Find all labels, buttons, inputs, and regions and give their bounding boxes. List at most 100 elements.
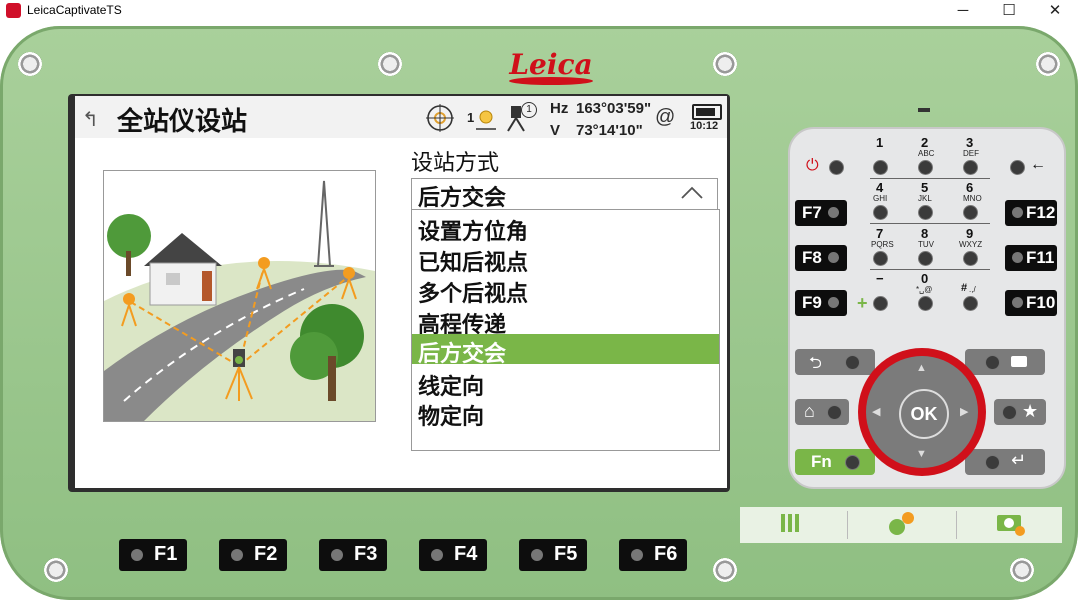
window-titlebar	[0, 0, 1080, 22]
clock: 10:12	[690, 120, 719, 132]
f5-key-label: F5	[554, 543, 578, 565]
list-item[interactable]: 已知后视点	[412, 243, 719, 275]
key-5[interactable]	[918, 205, 933, 220]
target-icon[interactable]	[425, 103, 455, 133]
arrow-right-icon[interactable]: ▶	[960, 405, 968, 418]
backspace-key[interactable]	[1010, 160, 1025, 175]
list-item[interactable]: 设置方位角	[412, 212, 719, 244]
divider	[870, 178, 990, 179]
settings-gears-icon[interactable]	[885, 510, 917, 538]
fn-key[interactable]: Fn	[795, 449, 875, 475]
key-0-label: 0	[921, 271, 929, 286]
key-6-label: 6	[966, 180, 974, 195]
key-minus-label: −	[876, 271, 884, 286]
f10-key[interactable]: F10	[1005, 290, 1057, 316]
list-item-label: 已知后视点	[418, 250, 529, 275]
arrow-left-icon[interactable]: ◀	[872, 405, 880, 418]
divider	[956, 511, 957, 539]
backspace-icon: ←	[1030, 156, 1046, 173]
f10-key-label: F10	[1026, 293, 1056, 312]
svg-text:Leica: Leica	[508, 48, 592, 81]
key-hash[interactable]	[963, 296, 978, 311]
key-3[interactable]	[963, 160, 978, 175]
list-item[interactable]: 物定向	[412, 397, 719, 429]
list-item[interactable]: 线定向	[412, 367, 719, 399]
f3-key-label: F3	[354, 543, 378, 565]
f6-key[interactable]: F6	[619, 539, 687, 571]
minimize-button[interactable]: ─	[940, 0, 986, 22]
list-item-label: 物定向	[418, 404, 485, 429]
screw-icon	[378, 52, 402, 76]
key-8[interactable]	[918, 251, 933, 266]
survey-tools-icon[interactable]	[778, 512, 802, 538]
f7-key[interactable]: F7	[795, 200, 847, 226]
enter-key[interactable]: ↵	[965, 449, 1045, 475]
f8-key[interactable]: F8	[795, 245, 847, 271]
hz-value: 163°03'59"	[576, 100, 652, 117]
screw-icon	[44, 558, 68, 582]
camera-key[interactable]	[965, 349, 1045, 375]
back-icon: ⮌	[809, 355, 822, 372]
key-6[interactable]	[963, 205, 978, 220]
page-title: 全站仪设站	[117, 106, 248, 136]
maximize-button[interactable]: ☐	[986, 0, 1032, 22]
close-button[interactable]: ✕	[1032, 0, 1078, 22]
key-9-letters: WXYZ	[959, 240, 983, 249]
prism-count: 1	[467, 110, 475, 125]
key-4[interactable]	[873, 205, 888, 220]
divider	[847, 511, 848, 539]
key-hash-letters: .,/	[969, 285, 976, 294]
battery-icon	[692, 104, 722, 120]
key-minus[interactable]	[873, 296, 888, 311]
list-item[interactable]: 高程传递	[412, 305, 719, 337]
home-key[interactable]: ⌂	[795, 399, 849, 425]
f4-key[interactable]: F4	[419, 539, 487, 571]
f5-key[interactable]: F5	[519, 539, 587, 571]
dropdown-selected-value[interactable]: 后方交会	[418, 180, 506, 212]
list-item-selected[interactable]: 后方交会	[412, 334, 719, 366]
key-2[interactable]	[918, 160, 933, 175]
arrow-up-icon[interactable]: ▲	[916, 362, 927, 374]
app-icon	[6, 3, 21, 18]
f12-key-label: F12	[1026, 203, 1056, 222]
key-7[interactable]	[873, 251, 888, 266]
fn-key-label: Fn	[811, 452, 832, 471]
camera-app-icon[interactable]	[996, 511, 1026, 537]
enter-icon: ↵	[1011, 450, 1027, 470]
f9-key[interactable]: F9	[795, 290, 847, 316]
key-2-letters: ABC	[918, 149, 935, 158]
list-item-label: 后方交会	[418, 341, 507, 366]
f7-key-label: F7	[802, 203, 822, 222]
screw-icon	[713, 558, 737, 582]
key-1[interactable]	[873, 160, 888, 175]
list-item[interactable]: 多个后视点	[412, 274, 719, 306]
station-method-list: 设置方位角 已知后视点 多个后视点 高程传递 后方交会 线定向 物定向	[411, 209, 720, 451]
v-value: 73°14'10"	[576, 122, 643, 139]
f1-key-label: F1	[154, 543, 178, 565]
key-9[interactable]	[963, 251, 978, 266]
favorites-key[interactable]: ★	[994, 399, 1046, 425]
f3-key[interactable]: F3	[319, 539, 387, 571]
key-7-label: 7	[876, 226, 884, 241]
home-icon: ⌂	[804, 401, 815, 421]
power-key[interactable]	[829, 160, 844, 175]
key-8-label: 8	[921, 226, 929, 241]
key-4-label: 4	[876, 180, 884, 195]
chevron-up-icon[interactable]	[680, 182, 704, 204]
esc-key[interactable]: ⮌	[795, 349, 875, 375]
f12-key[interactable]: F12	[1005, 200, 1057, 226]
key-3-label: 3	[966, 135, 974, 150]
f2-key-label: F2	[254, 543, 278, 565]
f11-key[interactable]: F11	[1005, 245, 1057, 271]
prism-icon[interactable]	[476, 108, 496, 132]
ok-button[interactable]: OK	[899, 389, 949, 439]
key-4-letters: GHI	[873, 194, 888, 203]
arrow-down-icon[interactable]: ▼	[916, 448, 927, 460]
back-arrow-icon[interactable]: ↰	[82, 107, 99, 132]
key-hash-label: #	[961, 282, 968, 294]
screw-icon	[1010, 558, 1034, 582]
station-method-label: 设站方式	[411, 150, 500, 175]
key-0[interactable]	[918, 296, 933, 311]
f2-key[interactable]: F2	[219, 539, 287, 571]
f1-key[interactable]: F1	[119, 539, 187, 571]
